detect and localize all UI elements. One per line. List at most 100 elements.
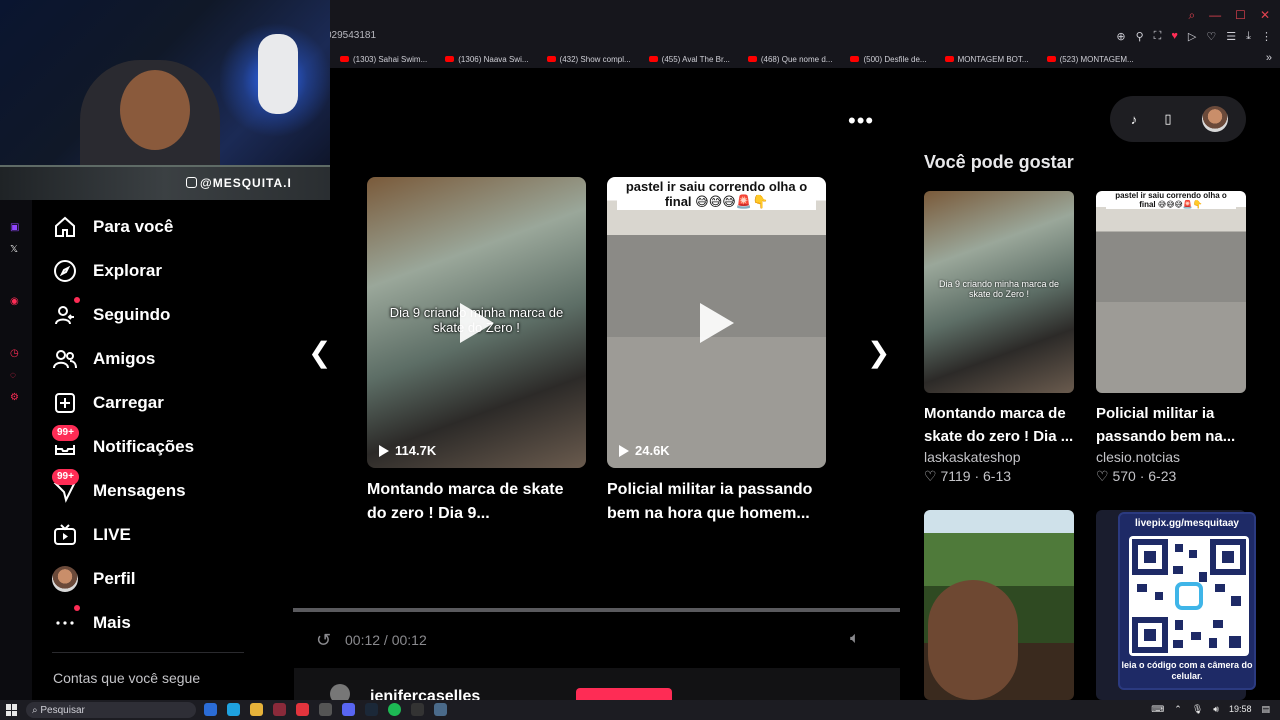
clock[interactable]: 19:58: [1229, 704, 1252, 715]
video-title[interactable]: Montando marca de skate do zero ! Dia ..…: [924, 402, 1074, 448]
youtube-icon: [850, 56, 860, 62]
zoom-icon[interactable]: ⊕: [1116, 30, 1125, 43]
address-bar-text[interactable]: 029543181: [326, 30, 376, 41]
video-progress-bar[interactable]: [293, 608, 900, 612]
sidebar-item-upload[interactable]: Carregar: [52, 381, 292, 425]
video-card[interactable]: Dia 9 criando minha marca de skate do Ze…: [367, 177, 587, 526]
sidebar-item-friends[interactable]: Amigos: [52, 337, 292, 381]
bookmark[interactable]: (1303) Sahai Swim...: [340, 55, 427, 64]
sidebar-item-label: LIVE: [93, 525, 131, 544]
taskbar-apps: [204, 703, 447, 716]
taskbar-search-input[interactable]: ⌕ Pesquisar: [26, 702, 196, 718]
spotify-icon[interactable]: [388, 703, 401, 716]
list-icon[interactable]: ☰: [1226, 30, 1236, 43]
more-options-icon[interactable]: •••: [848, 108, 874, 134]
chat-icon[interactable]: ◌: [10, 370, 16, 381]
keyboard-icon[interactable]: ⌨: [1151, 704, 1164, 715]
twitch-icon[interactable]: ▣: [10, 222, 19, 233]
chevron-up-icon[interactable]: ⌃: [1174, 704, 1182, 715]
folder-icon[interactable]: [250, 703, 263, 716]
opera-icon[interactable]: [296, 703, 309, 716]
discord-icon[interactable]: [342, 703, 355, 716]
sidebar-item-notifications[interactable]: 99+ Notificações: [52, 425, 292, 469]
video-thumbnail[interactable]: pastel ir saiu correndo olha o final 😅😅😅…: [607, 177, 826, 468]
youtube-icon: [747, 56, 757, 62]
phone-icon[interactable]: ▯: [1158, 109, 1178, 129]
carousel-next-icon[interactable]: ❯: [867, 336, 890, 369]
live-icon: [52, 522, 78, 548]
menu-icon[interactable]: ⋮: [1261, 30, 1272, 43]
video-thumbnail[interactable]: pastel ir saiu correndo olha o final 😅😅😅…: [1096, 191, 1246, 393]
video-title[interactable]: Policial militar ia passando bem na...: [1096, 402, 1246, 448]
close-icon[interactable]: ✕: [1260, 8, 1270, 23]
sidebar-item-profile[interactable]: Perfil: [52, 557, 292, 601]
steam-icon[interactable]: [365, 703, 378, 716]
heart-icon[interactable]: ♡: [1206, 30, 1216, 43]
sidebar-item-label: Notificações: [93, 437, 195, 456]
settings-icon[interactable]: ⚙: [10, 392, 19, 403]
download-icon[interactable]: ⤓: [1246, 30, 1251, 43]
pin-icon[interactable]: ⚲: [1136, 30, 1144, 43]
instagram-icon: [186, 177, 197, 188]
app-icon[interactable]: [204, 703, 217, 716]
webcam-person-head: [120, 70, 190, 150]
bookmark[interactable]: MONTAGEM BOT...: [944, 55, 1029, 64]
bookmark[interactable]: (523) MONTAGEM...: [1046, 55, 1134, 64]
tiktok-icon[interactable]: ♪: [1124, 109, 1144, 129]
bookmark[interactable]: (1306) Naava Swi...: [445, 55, 529, 64]
notification-icon[interactable]: ▤: [1261, 704, 1270, 715]
play-icon[interactable]: [459, 302, 494, 343]
bookmarks-overflow-icon[interactable]: »: [1266, 52, 1272, 64]
play-icon[interactable]: [699, 302, 734, 343]
search-icon[interactable]: ⌕: [1188, 8, 1195, 23]
volume-icon[interactable]: 🔈︎: [850, 630, 860, 648]
sidebar-item-more[interactable]: Mais: [52, 601, 292, 645]
sidebar-item-following[interactable]: Seguindo: [52, 293, 292, 337]
app-icon[interactable]: [434, 703, 447, 716]
bookmark[interactable]: (432) Show compl...: [546, 55, 631, 64]
video-title[interactable]: Policial militar ia passando bem na hora…: [607, 478, 827, 526]
sidebar-item-live[interactable]: LIVE: [52, 513, 292, 557]
maximize-icon[interactable]: ☐: [1235, 8, 1246, 23]
minimize-icon[interactable]: —: [1209, 8, 1221, 23]
follow-button[interactable]: [576, 688, 672, 700]
app-icon[interactable]: [411, 703, 424, 716]
shield-icon[interactable]: ♥: [1171, 30, 1178, 43]
browser-icon[interactable]: [273, 703, 286, 716]
new-content-dot: [74, 297, 80, 303]
capture-icon[interactable]: ⛶: [1154, 30, 1162, 43]
video-title[interactable]: Montando marca de skate do zero ! Dia 9.…: [367, 478, 587, 526]
sidebar-item-explore[interactable]: Explorar: [52, 249, 292, 293]
x-icon[interactable]: 𝕏: [10, 244, 18, 255]
video-thumbnail[interactable]: [924, 510, 1074, 700]
bookmark[interactable]: (500) Desfile de...: [850, 55, 927, 64]
play-icon[interactable]: ▷: [1188, 30, 1196, 43]
microphone-icon[interactable]: 🎙︎: [1192, 704, 1203, 715]
recommended-video[interactable]: pastel ir saiu correndo olha o final 😅😅😅…: [1096, 191, 1246, 485]
windows-start-icon[interactable]: [6, 704, 18, 716]
avatar[interactable]: [1202, 106, 1228, 132]
video-card[interactable]: pastel ir saiu correndo olha o final 😅😅😅…: [607, 177, 827, 526]
sidebar-item-label: Para você: [93, 217, 174, 236]
carousel-prev-icon[interactable]: ❮: [308, 336, 331, 369]
browser-side-rail: ▣ 𝕏 ◉ ◷ ◌ ⚙: [0, 200, 32, 700]
video-author[interactable]: clesio.notcias: [1096, 449, 1246, 465]
sidebar-item-messages[interactable]: 99+ Mensagens: [52, 469, 292, 513]
obs-icon[interactable]: [319, 703, 332, 716]
volume-icon[interactable]: 🔊︎: [1213, 704, 1219, 715]
record-icon[interactable]: ◉: [10, 296, 19, 307]
video-thumbnail[interactable]: Dia 9 criando minha marca de skate do Ze…: [924, 191, 1074, 393]
video-author[interactable]: laskaskateshop: [924, 449, 1074, 465]
bookmark[interactable]: (468) Que nome d...: [747, 55, 832, 64]
recommended-video[interactable]: Dia 9 criando minha marca de skate do Ze…: [924, 191, 1074, 485]
bookmark[interactable]: (455) Aval The Br...: [648, 55, 730, 64]
replay-icon[interactable]: ↺: [316, 630, 331, 651]
sidebar-item-for-you[interactable]: Para você: [52, 205, 292, 249]
recommended-video[interactable]: [924, 510, 1074, 700]
video-overlay-text: pastel ir saiu correndo olha o final 😅😅😅…: [1106, 191, 1236, 209]
system-tray: ⌨ ⌃ 🎙︎ 🔊︎ 19:58 ▤: [1151, 704, 1270, 715]
edge-icon[interactable]: [227, 703, 240, 716]
video-thumbnail[interactable]: Dia 9 criando minha marca de skate do Ze…: [367, 177, 586, 468]
history-icon[interactable]: ◷: [10, 348, 19, 359]
avatar: [52, 566, 78, 592]
